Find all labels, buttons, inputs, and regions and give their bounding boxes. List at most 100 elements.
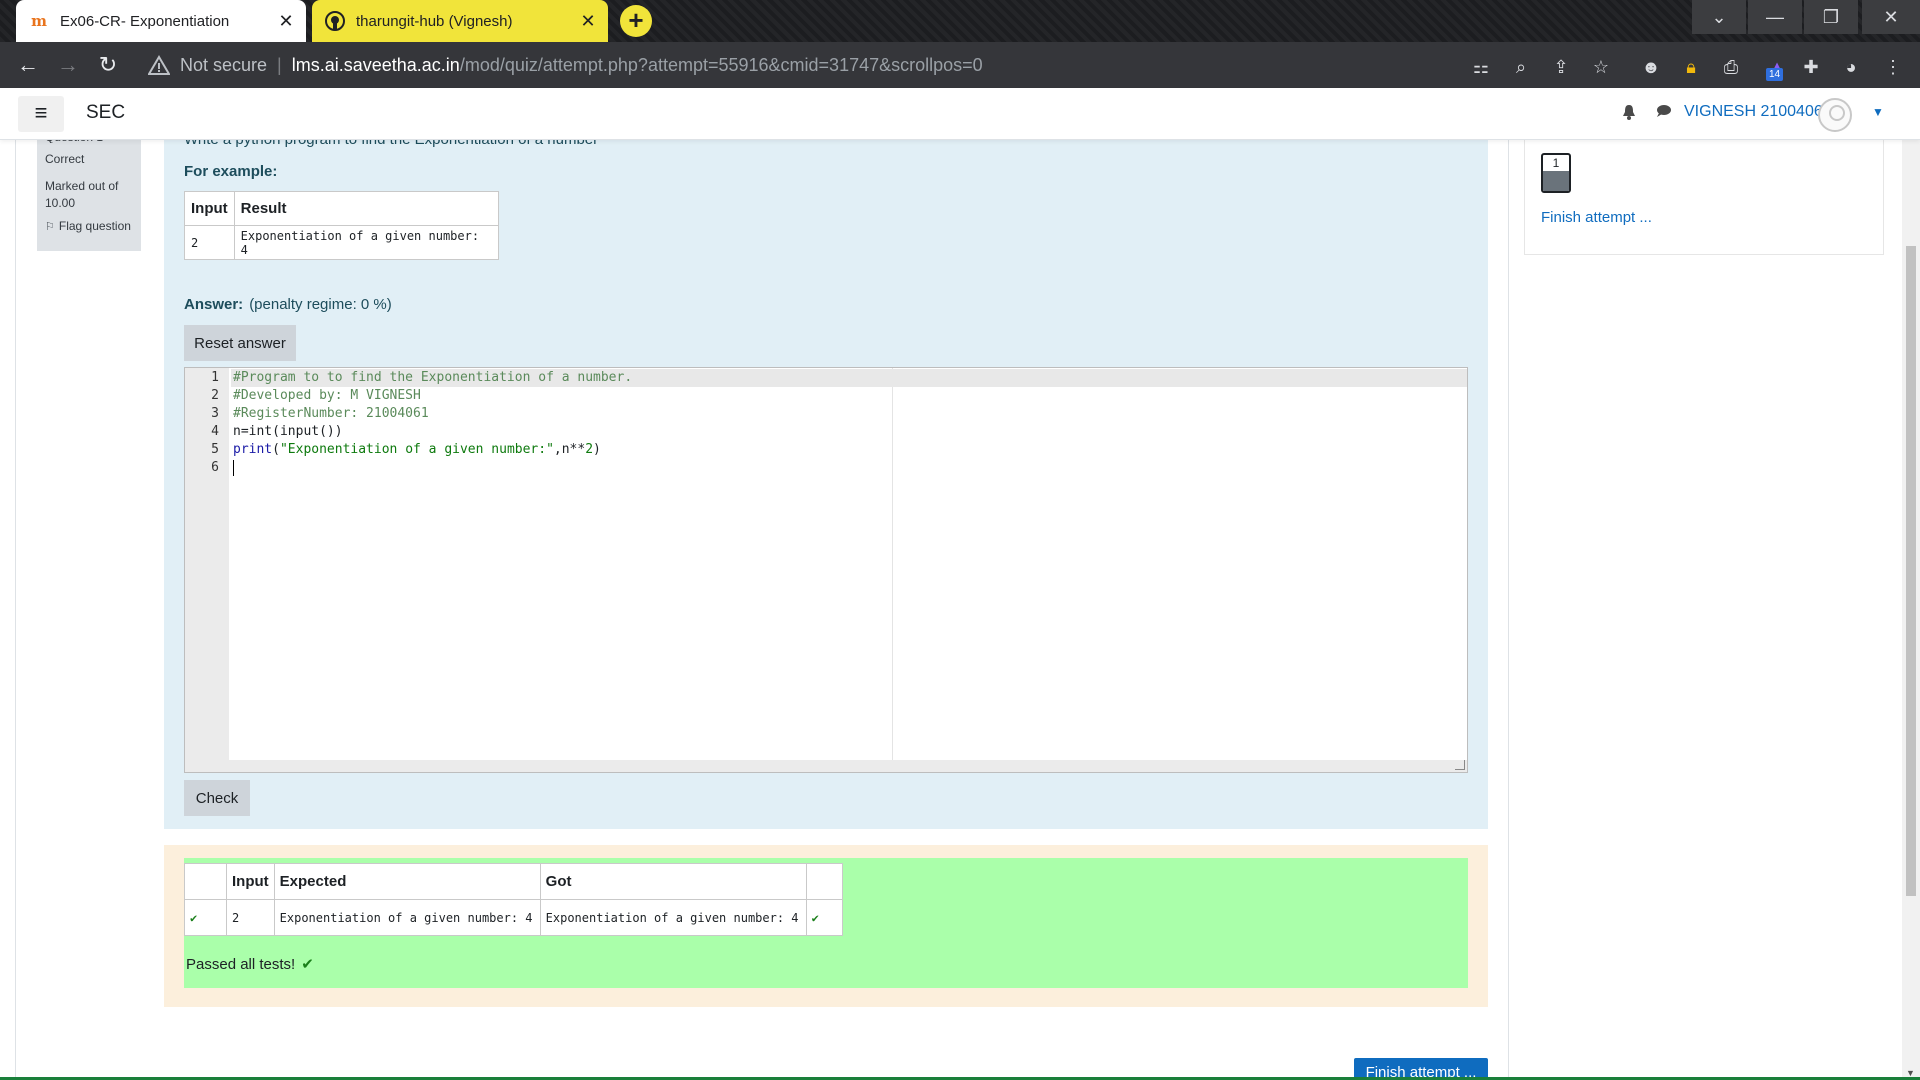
marks-label: Marked out of <box>45 179 119 193</box>
question-outcome: Input Expected Got ✔ 2 Exponentiation of… <box>164 845 1488 1007</box>
flag-question-link[interactable]: ⚐ Flag question <box>45 218 133 236</box>
zoom-icon[interactable]: ⌕ <box>1508 54 1534 80</box>
code-line: print("Exponentiation of a given number:… <box>231 441 1467 459</box>
minimize-button[interactable]: — <box>1748 0 1802 34</box>
translate-icon[interactable]: ⚏ <box>1468 54 1494 80</box>
line-number: 5 <box>211 442 219 457</box>
address-bar: ← → ↻ Not secure | lms.ai.saveetha.ac.in… <box>0 42 1920 88</box>
results-header-input: Input <box>226 863 275 900</box>
close-icon[interactable]: ✕ <box>574 11 602 32</box>
chevron-down-icon[interactable]: ▼ <box>1872 105 1884 119</box>
user-name[interactable]: VIGNESH 21004061 <box>1684 103 1832 121</box>
result-got: Exponentiation of a given number: 4 <box>539 899 807 936</box>
tab-title: Ex06-CR- Exponentiation <box>60 12 230 30</box>
text-cursor <box>233 459 234 476</box>
results-table: Input Expected Got ✔ 2 Exponentiation of… <box>184 863 843 936</box>
url-path: /mod/quiz/attempt.php?attempt=55916&cmid… <box>459 54 983 75</box>
passed-message: Passed all tests! ✔ <box>186 955 314 973</box>
question-info: Question 1 Correct Marked out of 10.00 ⚐… <box>37 135 141 251</box>
question-nav-number: 1 <box>1552 156 1560 170</box>
penalty-regime: (penalty regime: 0 %) <box>249 296 392 313</box>
new-tab-button[interactable]: + <box>620 5 652 37</box>
share-icon[interactable]: ⇪ <box>1548 54 1574 80</box>
marks-value: 10.00 <box>45 196 76 210</box>
flag-icon: ⚐ <box>45 221 55 233</box>
tab-github[interactable]: tharungit-hub (Vignesh) ✕ <box>312 0 608 42</box>
example-input: 2 <box>184 225 235 260</box>
code-editor[interactable]: 1 2 3 4 5 6 #Program to to find the Expo… <box>184 367 1468 773</box>
question-nav-button[interactable]: 1 <box>1541 153 1571 193</box>
lock-extension-icon[interactable]: 🔒︎ <box>1678 54 1704 80</box>
reset-answer-button[interactable]: Reset answer <box>184 325 296 361</box>
code-area[interactable]: #Program to to find the Exponentiation o… <box>231 368 1467 477</box>
forward-icon[interactable]: → <box>48 52 88 78</box>
result-expected: Exponentiation of a given number: 4 <box>273 899 541 936</box>
site-name[interactable]: SEC <box>86 102 125 124</box>
check-icon: ✔ <box>184 899 227 936</box>
flag-label: Flag question <box>58 219 131 233</box>
check-button[interactable]: Check <box>184 780 250 816</box>
scroll-thumb[interactable] <box>1906 246 1916 896</box>
example-result: Exponentiation of a given number: 4 <box>233 225 499 260</box>
page-border <box>15 140 16 1080</box>
code-line: n=int(input()) <box>231 423 1467 441</box>
code-text: ) <box>593 442 601 457</box>
line-number-gutter: 1 2 3 4 5 6 <box>185 368 229 772</box>
restore-button[interactable]: ❐ <box>1804 0 1858 34</box>
chat-icon[interactable] <box>1656 104 1672 123</box>
line-number: 6 <box>211 460 219 475</box>
code-string: "Exponentiation of a given number:" <box>279 442 554 457</box>
passed-label: Passed all tests! <box>186 956 296 973</box>
quiz-navigation: 1 Finish attempt ... <box>1524 135 1884 255</box>
finish-attempt-link[interactable]: Finish attempt ... <box>1541 209 1652 226</box>
answered-indicator <box>1543 171 1569 191</box>
answer-label: Answer: (penalty regime: 0 %) <box>184 296 392 313</box>
profile-icon[interactable]: ◕ <box>1838 54 1864 80</box>
close-window-button[interactable]: ✕ <box>1862 0 1920 34</box>
for-example-label: For example: <box>184 163 278 180</box>
results-header-expected: Expected <box>273 863 541 900</box>
line-number: 2 <box>211 388 219 403</box>
printer-icon[interactable]: ⎙ <box>1718 54 1744 80</box>
bell-icon[interactable] <box>1622 104 1636 125</box>
tab-exponentiation[interactable]: m Ex06-CR- Exponentiation ✕ <box>16 0 306 42</box>
code-number: 2 <box>585 442 594 457</box>
question-formulation: Write a python program to find the Expon… <box>164 131 1488 829</box>
code-comment: #RegisterNumber: 21004061 <box>233 406 429 421</box>
bookmark-star-icon[interactable]: ☆ <box>1588 54 1614 80</box>
table-row: 2 Exponentiation of a given number: 4 <box>184 225 499 260</box>
puzzle-icon[interactable]: ✚ <box>1798 54 1824 80</box>
reload-icon[interactable]: ↻ <box>88 52 128 78</box>
hamburger-menu-icon[interactable]: ≡ <box>18 96 64 132</box>
resize-handle-icon[interactable] <box>1455 760 1465 770</box>
code-line: #Program to to find the Exponentiation o… <box>231 369 1467 387</box>
avatar[interactable] <box>1818 98 1852 132</box>
check-icon: ✔ <box>301 955 314 973</box>
site-navbar: ≡ SEC VIGNESH 21004061 ▼ <box>0 88 1920 140</box>
back-icon[interactable]: ← <box>8 52 48 78</box>
menu-dots-icon[interactable]: ⋮ <box>1880 54 1906 80</box>
security-label: Not secure <box>180 54 268 75</box>
results-header-got: Got <box>539 863 807 900</box>
tab-title: tharungit-hub (Vignesh) <box>356 12 513 30</box>
code-keyword: print <box>233 442 273 457</box>
example-table: Input Result 2 Exponentiation of a given… <box>184 191 499 260</box>
editor-scrollbar[interactable] <box>229 760 1467 772</box>
url-field[interactable]: Not secure | lms.ai.saveetha.ac.in/mod/q… <box>140 46 1460 84</box>
table-row: ✔ 2 Exponentiation of a given number: 4 … <box>184 899 843 936</box>
page-border <box>1508 140 1509 1080</box>
check-icon: ✔ <box>805 899 843 936</box>
tab-search-icon[interactable]: ⌄ <box>1692 0 1746 34</box>
example-header-input: Input <box>184 191 235 226</box>
answer-title: Answer: <box>184 296 244 313</box>
page-scrollbar[interactable]: ▲ ▼ <box>1902 88 1920 1080</box>
code-line: #RegisterNumber: 21004061 <box>231 405 1467 423</box>
code-text: ( <box>272 442 280 457</box>
extension-face-icon[interactable]: ☻ <box>1638 54 1664 80</box>
code-comment: #Program to to find the Exponentiation o… <box>233 370 633 385</box>
close-icon[interactable]: ✕ <box>272 11 300 32</box>
warning-icon <box>148 55 170 75</box>
extension-badge: 14 <box>1766 68 1784 81</box>
github-icon <box>324 11 346 31</box>
code-text: n=int(input()) <box>233 424 343 439</box>
